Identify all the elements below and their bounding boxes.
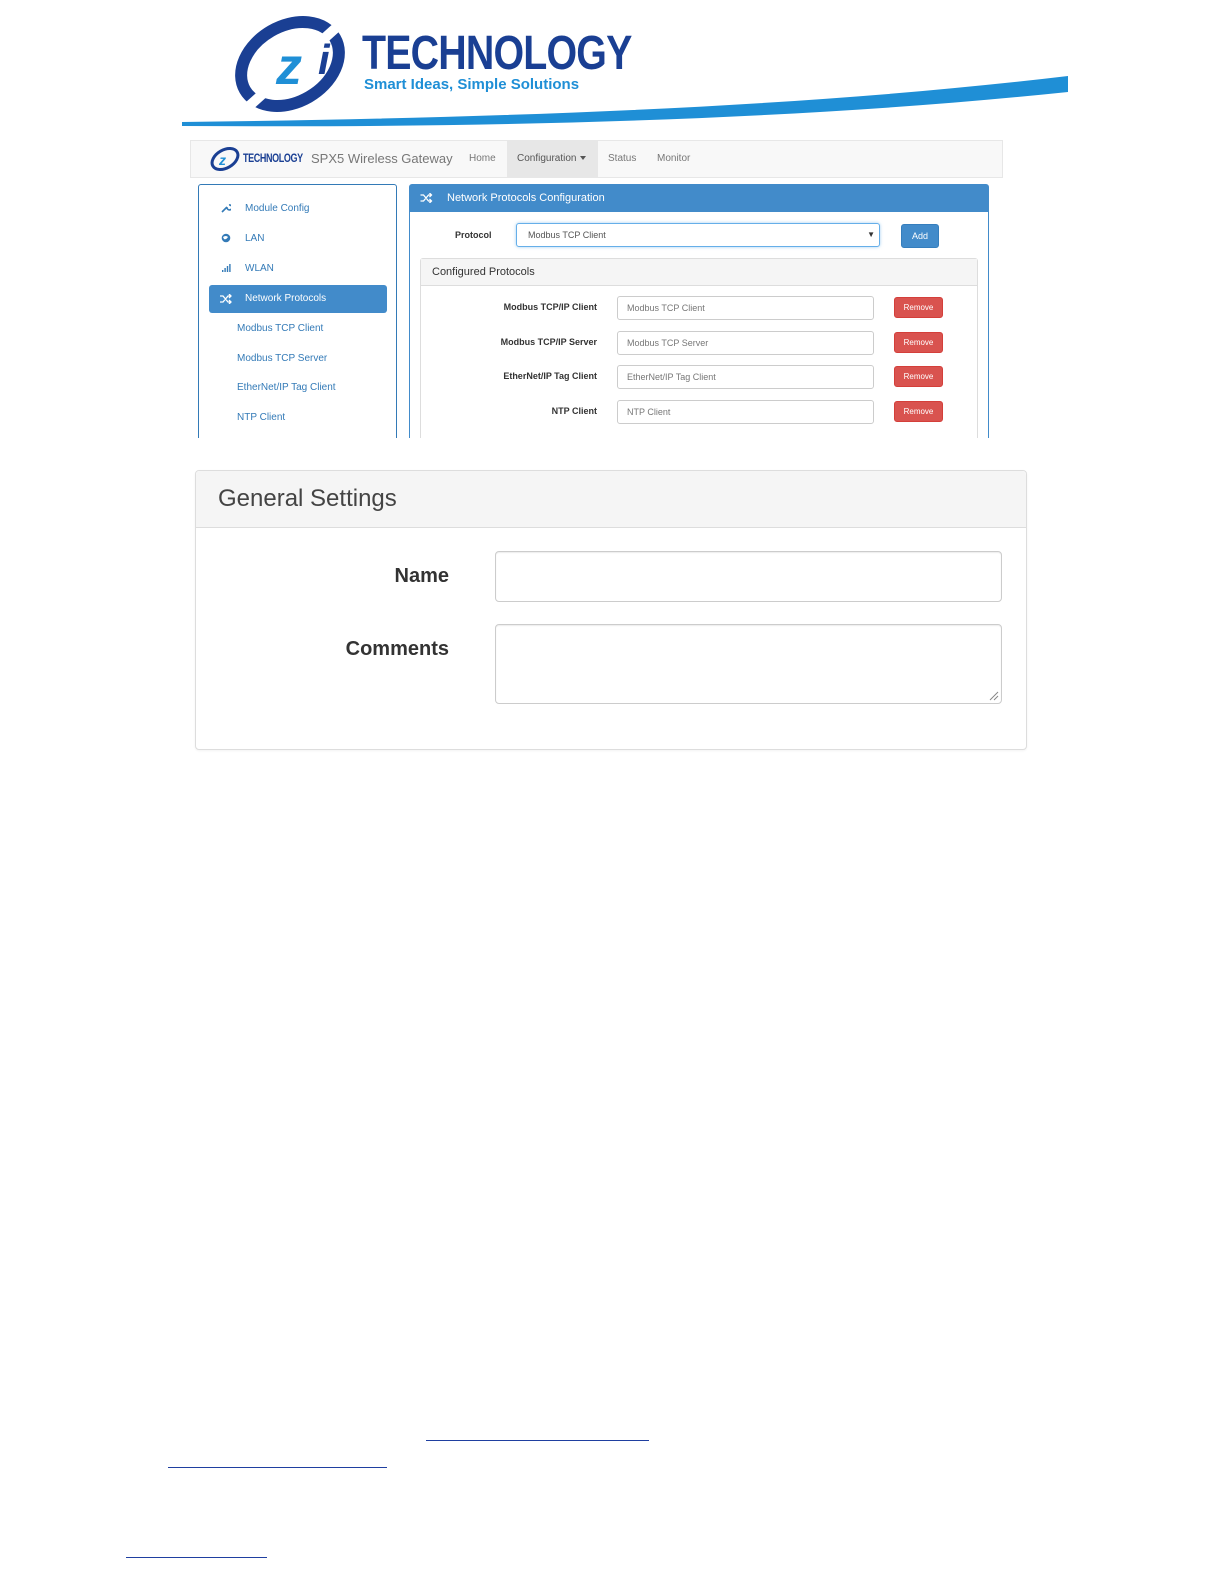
comments-label: Comments [345,638,449,660]
protocol-label: Protocol [455,230,492,240]
general-settings-panel: General Settings Name Comments [195,470,1027,750]
network-protocols-panel: Network Protocols Configuration Protocol… [409,184,989,438]
header-banner: z i TECHNOLOGY Smart Ideas, Simple Solut… [0,0,1224,135]
row-label: Modbus TCP/IP Server [500,337,597,347]
nav-brand[interactable]: SPX5 Wireless Gateway [311,151,453,166]
hyperlink-underline[interactable] [426,1440,649,1441]
shuffle-icon [219,285,233,316]
sidebar-item-network-protocols[interactable]: Network Protocols [209,285,387,313]
sidebar-subitem-modbus-tcp-client[interactable]: Modbus TCP Client [237,319,323,339]
brand-name: TECHNOLOGY [362,27,632,80]
protocol-field-value: Modbus TCP Client [627,303,705,313]
configured-protocols-heading: Configured Protocols [421,259,977,286]
caret-down-icon [580,156,587,161]
protocol-select-value: Modbus TCP Client [528,230,606,240]
wrench-icon [219,195,233,225]
general-settings-title: General Settings [218,485,397,512]
shuffle-icon [420,185,433,214]
navbar: z TECHNOLOGY SPX5 Wireless Gateway Home … [190,140,1003,178]
izi-logo-icon: z i [235,13,352,112]
configured-protocols-title: Configured Protocols [432,266,535,278]
sidebar-subitem-ntp-client[interactable]: NTP Client [237,408,285,428]
nav-logo-icon: z [210,147,240,171]
sidebar-subitem-modbus-tcp-server[interactable]: Modbus TCP Server [237,349,327,369]
sidebar-subitem-ethernetip-tag-client[interactable]: EtherNet/IP Tag Client [237,378,336,398]
sidebar-item-module-config[interactable]: Module Config [209,195,387,223]
app-screenshot: z TECHNOLOGY SPX5 Wireless Gateway Home … [190,140,1003,438]
nav-configuration[interactable]: Configuration [507,141,598,177]
resize-handle-icon[interactable] [989,691,999,701]
select-arrow-icon: ▼ [867,230,875,239]
configured-protocols-panel: Configured Protocols Modbus TCP/IP Clien… [420,258,978,438]
protocol-field[interactable]: EtherNet/IP Tag Client [617,365,874,389]
hyperlink-underline[interactable] [168,1467,387,1468]
sidebar-item-label: WLAN [245,263,274,274]
sidebar-item-wlan[interactable]: WLAN [209,255,387,283]
remove-button[interactable]: Remove [894,366,943,387]
nav-logo-text: TECHNOLOGY [243,151,303,165]
row-label: Modbus TCP/IP Client [503,302,597,312]
protocol-field-value: EtherNet/IP Tag Client [627,372,716,382]
protocol-field[interactable]: NTP Client [617,400,874,424]
brand-tagline: Smart Ideas, Simple Solutions [364,76,580,93]
protocol-field[interactable]: Modbus TCP Server [617,331,874,355]
protocol-field-value: Modbus TCP Server [627,338,709,348]
svg-text:z: z [275,38,302,96]
add-button[interactable]: Add [901,224,939,248]
row-label: NTP Client [551,406,597,416]
general-settings-heading: General Settings [196,471,1026,528]
remove-button[interactable]: Remove [894,332,943,353]
sidebar: Module Config LAN WLAN Network Protocols… [198,184,397,438]
name-input[interactable] [495,551,1002,602]
remove-button[interactable]: Remove [894,297,943,318]
globe-icon [219,225,233,255]
nav-monitor[interactable]: Monitor [647,141,700,177]
signal-icon [219,255,233,285]
nav-status[interactable]: Status [598,141,646,177]
sidebar-item-lan[interactable]: LAN [209,225,387,253]
sidebar-item-label: Network Protocols [245,293,327,304]
protocol-field[interactable]: Modbus TCP Client [617,296,874,320]
protocol-select[interactable]: Modbus TCP Client ▼ [516,223,880,247]
name-label: Name [394,565,449,587]
svg-text:i: i [318,36,331,83]
nav-monitor-label: Monitor [657,153,691,164]
sidebar-item-label: LAN [245,233,265,244]
sidebar-item-label: Module Config [245,203,310,214]
panel-title: Network Protocols Configuration [447,192,605,204]
nav-configuration-label: Configuration [517,153,577,164]
row-label: EtherNet/IP Tag Client [503,371,597,381]
comments-textarea[interactable] [495,624,1002,704]
nav-status-label: Status [608,153,637,164]
svg-text:z: z [218,152,226,168]
remove-button[interactable]: Remove [894,401,943,422]
nav-home-label: Home [469,153,496,164]
protocol-field-value: NTP Client [627,407,671,417]
hyperlink-underline[interactable] [126,1557,267,1558]
nav-home[interactable]: Home [459,141,506,177]
panel-heading: Network Protocols Configuration [410,185,988,212]
